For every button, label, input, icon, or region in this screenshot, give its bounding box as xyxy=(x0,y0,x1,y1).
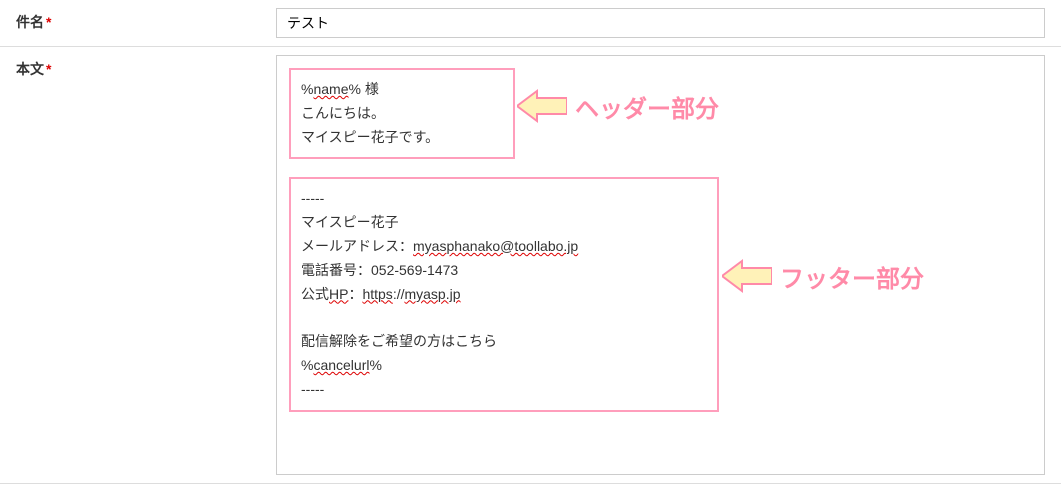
header-highlight-box: %name% 様 こんにちは。 マイスピー花子です。 xyxy=(289,68,515,159)
required-mark: * xyxy=(46,61,51,77)
callout-footer: フッター部分 xyxy=(722,256,924,296)
arrow-left-icon xyxy=(722,256,772,296)
required-mark: * xyxy=(46,14,51,30)
arrow-left-icon xyxy=(517,86,567,126)
body-editor[interactable]: %name% 様 こんにちは。 マイスピー花子です。 ----- マイスピー花子… xyxy=(276,55,1045,475)
body-label: 本文* xyxy=(0,47,260,91)
footer-highlight-box: ----- マイスピー花子 メールアドレス：myasphanako@toolla… xyxy=(289,177,719,411)
callout-header: ヘッダー部分 xyxy=(517,86,719,126)
subject-label: 件名* xyxy=(0,0,260,44)
subject-input[interactable] xyxy=(276,8,1045,38)
